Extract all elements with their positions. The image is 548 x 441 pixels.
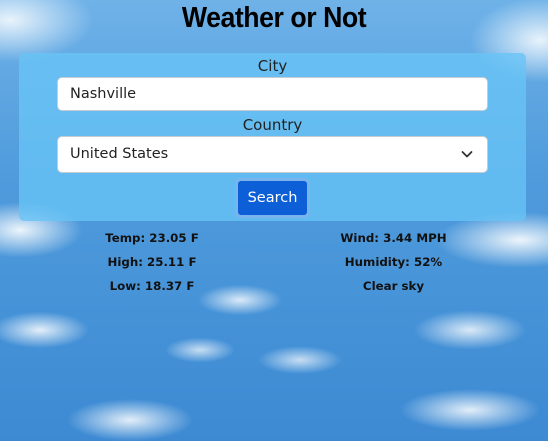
sky-description: Clear sky xyxy=(362,279,425,293)
city-input[interactable]: Nashville xyxy=(57,77,488,111)
temp-readout: Temp: 23.05 F xyxy=(105,231,199,245)
app-title: Weather or Not xyxy=(181,2,367,34)
high-readout: High: 25.11 F xyxy=(107,255,197,269)
chevron-down-icon xyxy=(461,151,473,158)
humidity-readout: Humidity: 52% xyxy=(344,255,443,269)
low-readout: Low: 18.37 F xyxy=(109,279,195,293)
search-button[interactable]: Search xyxy=(235,178,310,218)
country-selected-value: United States xyxy=(70,146,169,162)
city-label: City xyxy=(257,57,288,75)
country-select[interactable]: United States xyxy=(57,136,488,173)
search-card: City Nashville Country United States Sea… xyxy=(19,53,526,221)
country-label: Country xyxy=(242,116,303,134)
wind-readout: Wind: 3.44 MPH xyxy=(340,231,447,245)
